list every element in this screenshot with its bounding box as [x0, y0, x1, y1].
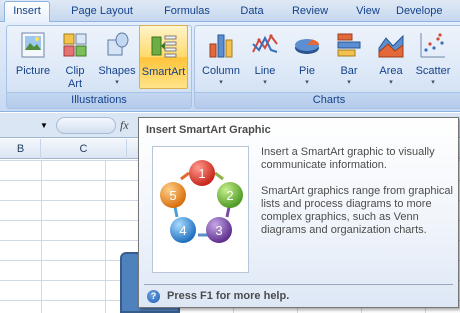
- smartart-icon: [151, 35, 176, 58]
- pie-chart-label: Pie: [299, 65, 315, 77]
- tab-review[interactable]: Review: [282, 2, 338, 22]
- shapes-dropdown-icon: ▾: [115, 79, 119, 86]
- scatter-dropdown-icon: ▾: [431, 79, 435, 86]
- line-dropdown-icon: ▾: [263, 79, 267, 86]
- preview-number-5: 5: [169, 188, 176, 203]
- bar-dropdown-icon: ▾: [347, 79, 351, 86]
- ribbon-tab-bar: Insert Page Layout Formulas Data Review …: [0, 0, 460, 23]
- column-chart-label: Column: [202, 65, 240, 77]
- preview-number-3: 3: [215, 223, 222, 238]
- bar-chart-label: Bar: [340, 65, 358, 77]
- column-dropdown-icon: ▾: [219, 79, 223, 86]
- tooltip-paragraph-1: Insert a SmartArt graphic to visually co…: [261, 146, 435, 171]
- area-chart-icon: [378, 34, 404, 58]
- clip-art-label: Clip Art: [65, 65, 85, 90]
- shapes-icon: [107, 32, 129, 56]
- line-chart-button[interactable]: Line ▾: [246, 25, 284, 91]
- tooltip-body: Insert a SmartArt graphic to visually co…: [261, 146, 453, 250]
- formula-bar-splitter[interactable]: [56, 117, 116, 134]
- area-chart-button[interactable]: Area ▾: [372, 25, 410, 91]
- preview-number-2: 2: [226, 188, 233, 203]
- column-header-b[interactable]: B: [0, 139, 41, 159]
- column-chart-button[interactable]: Column ▾: [198, 25, 244, 91]
- pie-chart-button[interactable]: Pie ▾: [288, 25, 326, 91]
- preview-number-4: 4: [179, 223, 186, 238]
- line-chart-label: Line: [254, 65, 276, 77]
- tooltip-title: Insert SmartArt Graphic: [146, 124, 271, 136]
- bar-chart-icon: [337, 33, 361, 57]
- tab-insert[interactable]: Insert: [4, 1, 50, 23]
- shapes-label: Shapes: [98, 65, 136, 77]
- tooltip-paragraph-2: SmartArt graphics range from graphical l…: [261, 185, 453, 236]
- tab-data[interactable]: Data: [230, 2, 274, 22]
- smartart-tooltip: Insert SmartArt Graphic 1 2 3 4 5 Insert…: [138, 117, 459, 308]
- clip-art-icon: [63, 33, 87, 57]
- line-chart-icon: [252, 34, 278, 53]
- insert-function-button[interactable]: fx: [120, 118, 129, 133]
- tooltip-divider: [144, 284, 453, 285]
- illustrations-group-label: Illustrations: [7, 92, 191, 108]
- smartart-button[interactable]: SmartArt: [139, 25, 188, 89]
- pie-dropdown-icon: ▾: [305, 79, 309, 86]
- smartart-label: SmartArt: [141, 66, 186, 78]
- tab-view[interactable]: View: [346, 2, 390, 22]
- ribbon: Illustrations Picture Clip Art Shapes ▾: [0, 22, 460, 112]
- bar-chart-button[interactable]: Bar ▾: [330, 25, 368, 91]
- area-chart-label: Area: [379, 65, 403, 77]
- smartart-cycle-icon: 1 2 3 4 5: [160, 160, 243, 243]
- picture-icon: [21, 32, 45, 58]
- help-icon: ?: [147, 290, 160, 303]
- scatter-chart-label: Scatter: [415, 65, 451, 77]
- picture-button[interactable]: Picture: [10, 25, 56, 91]
- tab-formulas[interactable]: Formulas: [152, 2, 222, 22]
- tooltip-help-text: Press F1 for more help.: [167, 290, 290, 302]
- tab-developer[interactable]: Develope: [396, 2, 460, 22]
- column-header-c[interactable]: C: [41, 139, 127, 159]
- preview-number-1: 1: [198, 166, 205, 181]
- shapes-button[interactable]: Shapes ▾: [96, 25, 138, 91]
- charts-group-label: Charts: [195, 92, 460, 108]
- clip-art-button[interactable]: Clip Art: [58, 25, 92, 91]
- area-dropdown-icon: ▾: [389, 79, 393, 86]
- scatter-chart-button[interactable]: Scatter ▾: [412, 25, 454, 91]
- smartart-preview-image: 1 2 3 4 5: [152, 146, 249, 273]
- picture-label: Picture: [15, 65, 51, 77]
- scatter-chart-icon: [420, 33, 445, 58]
- name-box-dropdown-icon[interactable]: ▼: [40, 121, 48, 130]
- tab-page-layout[interactable]: Page Layout: [60, 2, 144, 22]
- column-chart-icon: [209, 34, 233, 58]
- pie-chart-icon: [295, 39, 320, 54]
